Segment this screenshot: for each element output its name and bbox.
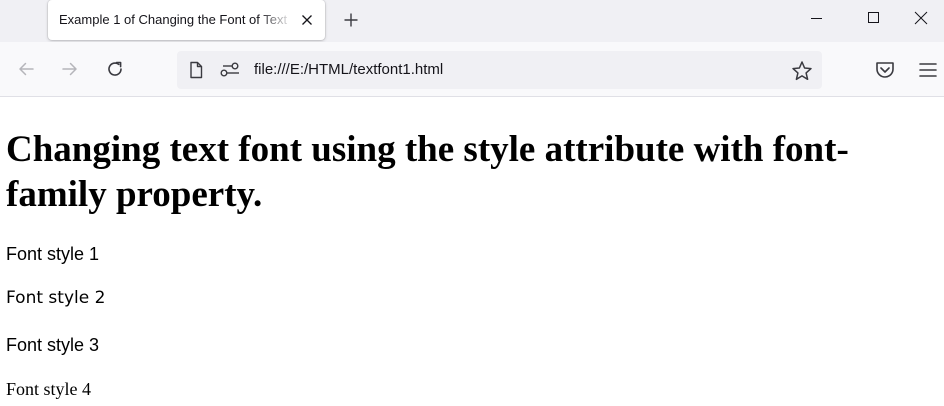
maximize-icon[interactable] (851, 0, 897, 36)
url-text[interactable]: file:///E:/HTML/textfont1.html (254, 60, 443, 80)
star-icon[interactable] (791, 60, 813, 82)
window-close-icon[interactable] (898, 0, 944, 36)
back-arrow-icon[interactable] (12, 55, 40, 83)
permissions-icon[interactable] (220, 61, 242, 79)
font-style-1-text: Font style 1 (6, 244, 100, 264)
page-content: Changing text font using the style attri… (0, 98, 944, 406)
tab-close-icon[interactable] (297, 10, 317, 30)
navigation-toolbar: file:///E:/HTML/textfont1.html (0, 42, 944, 97)
page-heading: Changing text font using the style attri… (6, 129, 849, 215)
new-tab-plus-icon[interactable] (337, 6, 365, 34)
font-style-4-text: Font style 4 (6, 379, 92, 399)
page-icon[interactable] (187, 61, 205, 79)
pocket-icon[interactable] (874, 59, 896, 81)
url-bar[interactable]: file:///E:/HTML/textfont1.html (177, 51, 822, 89)
tab-strip: Example 1 of Changing the Font of Text (0, 0, 944, 42)
forward-arrow-icon[interactable] (56, 55, 84, 83)
active-tab[interactable]: Example 1 of Changing the Font of Text (48, 0, 325, 40)
reload-icon[interactable] (101, 55, 129, 83)
minimize-icon[interactable] (794, 0, 840, 36)
font-style-3-text: Font style 3 (6, 335, 100, 355)
font-style-2-text: Font style 2 (6, 288, 106, 308)
tab-title: Example 1 of Changing the Font of Text (59, 12, 288, 27)
hamburger-menu-icon[interactable] (917, 59, 939, 81)
